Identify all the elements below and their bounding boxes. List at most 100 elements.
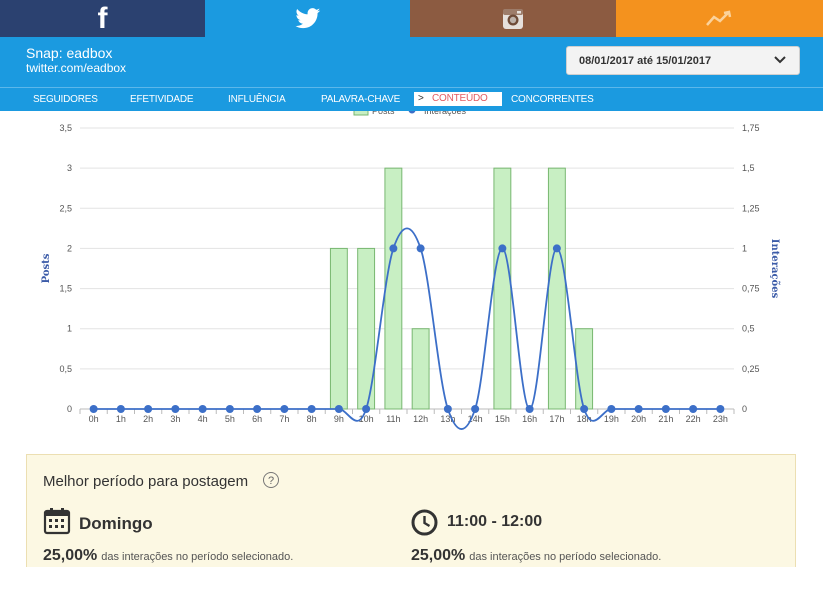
x-tick-label: 19h xyxy=(604,414,619,424)
x-tick-label: 3h xyxy=(170,414,180,424)
point-interacoes-19h xyxy=(607,405,616,413)
y2-tick-label: 0 xyxy=(742,404,747,414)
best-period-title: Melhor período para postagem xyxy=(43,473,249,490)
best-day-stat-text: das interações no período selecionado. xyxy=(101,551,294,563)
best-time-percent: 25,00% xyxy=(411,547,466,564)
bar-posts-11h xyxy=(384,167,403,410)
legend-interacoes-label: Interações xyxy=(424,111,467,116)
legend-posts-swatch xyxy=(353,111,369,116)
point-interacoes-4h xyxy=(198,405,207,413)
y-tick-label: 1,5 xyxy=(59,284,72,294)
x-tick-label: 22h xyxy=(686,414,701,424)
y2-tick-label: 0,75 xyxy=(742,284,760,294)
instagram-tab[interactable] xyxy=(410,0,616,37)
y-axis-title: Posts xyxy=(41,253,52,283)
nav-item-seguidores[interactable]: SEGUIDORES xyxy=(33,88,98,111)
point-interacoes-7h xyxy=(280,405,289,413)
legend-posts-label: Posts xyxy=(372,111,395,116)
snap-handle-link[interactable]: twitter.com/eadbox xyxy=(26,61,126,75)
point-interacoes-10h xyxy=(362,405,371,413)
point-interacoes-3h xyxy=(171,405,180,413)
nav-item-palavra-chave[interactable]: PALAVRA-CHAVE xyxy=(321,88,400,111)
point-interacoes-5h xyxy=(225,405,234,413)
page-bottom xyxy=(0,567,823,606)
section-nav: SEGUIDORES EFETIVIDADE INFLUÊNCIA PALAVR… xyxy=(0,87,823,111)
y-tick-label: 2 xyxy=(67,243,72,253)
active-marker-icon: > xyxy=(418,93,424,104)
x-tick-label: 0h xyxy=(89,414,99,424)
date-range-select[interactable]: 08/01/2017 até 15/01/2017 xyxy=(566,46,800,75)
y-tick-label: 0,5 xyxy=(59,364,72,374)
bar-posts-12h xyxy=(411,328,430,410)
best-day-percent: 25,00% xyxy=(43,547,98,564)
point-interacoes-11h xyxy=(389,244,398,253)
date-range-value: 08/01/2017 até 15/01/2017 xyxy=(579,54,712,67)
twitter-bird-icon xyxy=(294,8,320,29)
y2-tick-label: 1,5 xyxy=(742,163,755,173)
facebook-tab[interactable]: f xyxy=(0,0,205,37)
bar-posts-9h xyxy=(329,247,348,410)
x-tick-label: 16h xyxy=(522,414,537,424)
best-time-stat: 25,00% das interações no período selecion… xyxy=(411,547,661,565)
help-icon[interactable]: ? xyxy=(263,472,279,488)
point-interacoes-18h xyxy=(580,405,589,413)
x-tick-label: 20h xyxy=(631,414,646,424)
nav-item-conteudo[interactable]: > CONTEÚDO xyxy=(414,92,502,106)
snap-header: Snap: eadbox twitter.com/eadbox 08/01/20… xyxy=(0,37,823,87)
bar-posts-17h xyxy=(547,167,566,410)
analytics-tab[interactable] xyxy=(616,0,823,37)
nav-item-concorrentes[interactable]: CONCORRENTES xyxy=(511,88,594,111)
x-tick-label: 15h xyxy=(495,414,510,424)
facebook-icon: f xyxy=(97,1,108,35)
best-day-stat: 25,00% das interações no período selecion… xyxy=(43,547,293,565)
best-period-panel: Melhor período para postagem ? Domingo 1… xyxy=(26,454,796,574)
instagram-camera-icon xyxy=(503,8,523,29)
chevron-down-icon xyxy=(774,56,786,64)
point-interacoes-13h xyxy=(443,405,452,413)
point-interacoes-8h xyxy=(307,405,316,413)
x-tick-label: 12h xyxy=(413,414,428,424)
twitter-tab[interactable] xyxy=(205,0,410,37)
x-tick-label: 1h xyxy=(116,414,126,424)
bar-posts-18h xyxy=(575,328,594,410)
point-interacoes-9h xyxy=(334,405,343,413)
x-tick-label: 2h xyxy=(143,414,153,424)
point-interacoes-1h xyxy=(116,405,125,413)
y2-tick-label: 1,75 xyxy=(742,123,760,133)
x-tick-label: 7h xyxy=(279,414,289,424)
y2-axis-title: Interações xyxy=(769,239,780,299)
trend-line-icon xyxy=(705,10,731,26)
point-interacoes-16h xyxy=(525,405,534,413)
y-tick-label: 1 xyxy=(67,324,72,334)
point-interacoes-23h xyxy=(716,405,725,413)
best-time-value: 11:00 - 12:00 xyxy=(447,513,543,530)
nav-item-influencia[interactable]: INFLUÊNCIA xyxy=(228,88,286,111)
x-tick-label: 21h xyxy=(658,414,673,424)
bar-posts-15h xyxy=(493,167,512,410)
x-tick-label: 17h xyxy=(549,414,564,424)
x-tick-label: 9h xyxy=(334,414,344,424)
y-tick-label: 2,5 xyxy=(59,203,72,213)
point-interacoes-15h xyxy=(498,244,507,253)
x-tick-label: 23h xyxy=(713,414,728,424)
y2-tick-label: 1,25 xyxy=(742,203,760,213)
y2-tick-label: 0,5 xyxy=(742,324,755,334)
y2-tick-label: 1 xyxy=(742,243,747,253)
calendar-icon xyxy=(43,508,71,535)
point-interacoes-12h xyxy=(416,244,425,253)
posts-interactions-chart: 0 0,5 1 1,5 2 2,5 3 3,5 0 0,25 0,5 0,75 1 1,25 1,5 1,75… xyxy=(0,111,823,431)
nav-item-efetividade[interactable]: EFETIVIDADE xyxy=(130,88,194,111)
chart-svg: 0 0,5 1 1,5 2 2,5 3 3,5 0 0,25 0,5 0,75 1 1,25 1,5 1,75… xyxy=(41,111,780,430)
clock-icon xyxy=(411,509,438,536)
legend-interacoes-swatch-dot xyxy=(408,111,416,114)
nav-item-conteudo-label: CONTEÚDO xyxy=(432,93,488,104)
x-tick-label: 6h xyxy=(252,414,262,424)
y-tick-label: 3 xyxy=(67,163,72,173)
point-interacoes-21h xyxy=(661,405,670,413)
point-interacoes-6h xyxy=(253,405,262,413)
point-interacoes-14h xyxy=(471,405,480,413)
point-interacoes-22h xyxy=(689,405,698,413)
x-tick-label: 4h xyxy=(198,414,208,424)
point-interacoes-17h xyxy=(552,244,561,253)
y-tick-label: 0 xyxy=(67,404,72,414)
